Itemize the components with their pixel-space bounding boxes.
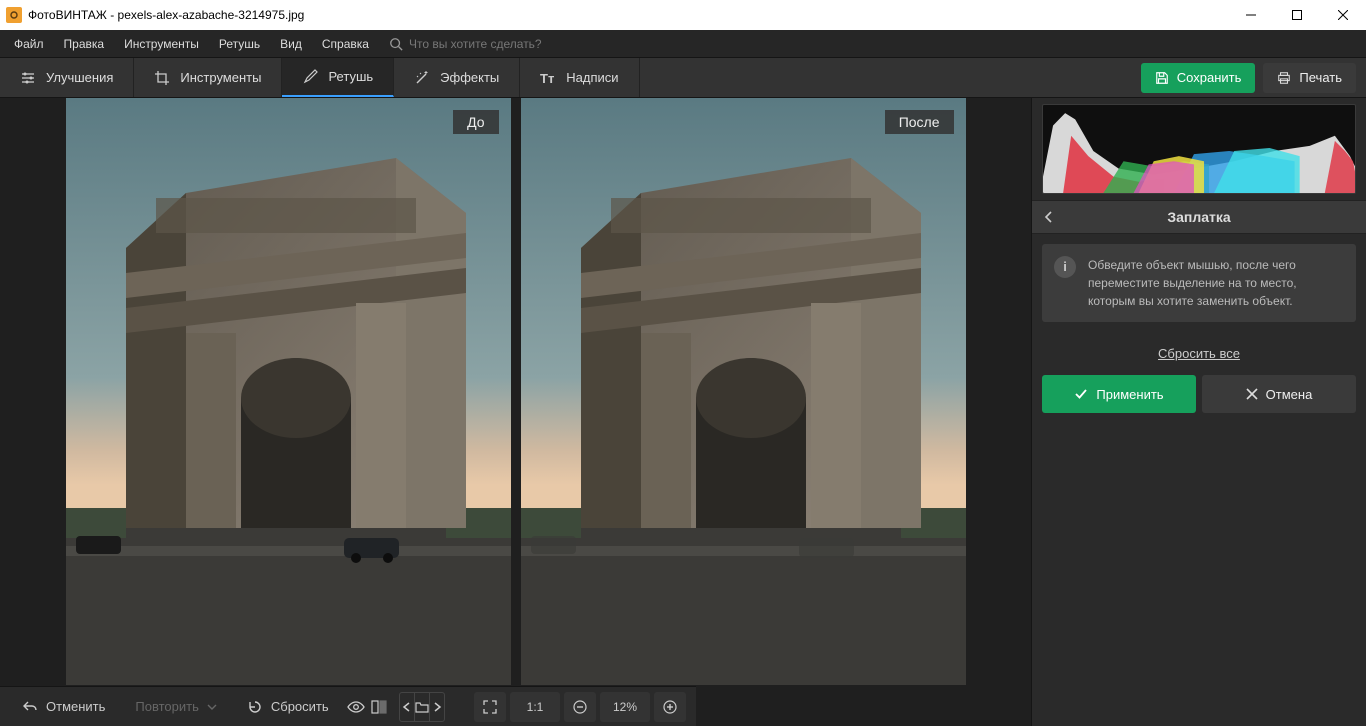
tab-label: Надписи: [566, 70, 618, 85]
next-image-button[interactable]: [430, 693, 445, 721]
menu-retouch[interactable]: Ретушь: [209, 33, 270, 55]
print-icon: [1277, 71, 1291, 85]
zoom-in-button[interactable]: [654, 692, 686, 722]
window-minimize-button[interactable]: [1228, 0, 1274, 30]
tab-label: Эффекты: [440, 70, 499, 85]
tab-captions[interactable]: Tᴛ Надписи: [520, 58, 639, 97]
tab-label: Улучшения: [46, 70, 113, 85]
redo-label: Повторить: [135, 699, 198, 714]
window-close-button[interactable]: [1320, 0, 1366, 30]
panel-back-button[interactable]: [1032, 200, 1066, 234]
plus-icon: [663, 700, 677, 714]
print-label: Печать: [1299, 70, 1342, 85]
tab-effects[interactable]: Эффекты: [394, 58, 520, 97]
minus-icon: [573, 700, 587, 714]
panel-header: Заплатка: [1032, 200, 1366, 234]
browse-button[interactable]: [415, 693, 430, 721]
window-title: ФотоВИНТАЖ - pexels-alex-azabache-321497…: [28, 8, 304, 22]
zoom-controls: 1:1 12%: [474, 692, 686, 722]
menu-search-input[interactable]: [409, 37, 629, 51]
zoom-out-button[interactable]: [564, 692, 596, 722]
tab-instruments[interactable]: Инструменты: [134, 58, 282, 97]
before-image: До: [66, 98, 511, 685]
after-badge: После: [885, 110, 954, 134]
folder-icon: [415, 701, 429, 713]
sliders-icon: [20, 70, 36, 86]
histogram[interactable]: [1042, 104, 1356, 194]
main-tabs: Улучшения Инструменты Ретушь Эффекты Tᴛ …: [0, 58, 1366, 98]
undo-icon: [22, 699, 38, 715]
text-icon: Tᴛ: [540, 70, 556, 86]
tab-retouch[interactable]: Ретушь: [282, 58, 394, 97]
reset-all-link[interactable]: Сбросить все: [1032, 346, 1366, 361]
reset-label: Сбросить: [271, 699, 329, 714]
tab-label: Ретушь: [328, 69, 373, 84]
window-maximize-button[interactable]: [1274, 0, 1320, 30]
prev-image-button[interactable]: [400, 693, 415, 721]
menu-tools[interactable]: Инструменты: [114, 33, 209, 55]
window-titlebar: ФотоВИНТАЖ - pexels-alex-azabache-321497…: [0, 0, 1366, 30]
chevron-down-icon: [207, 702, 217, 712]
compare-icon: [371, 699, 387, 715]
print-button[interactable]: Печать: [1263, 63, 1356, 93]
redo-button[interactable]: Повторить: [123, 692, 228, 722]
save-label: Сохранить: [1177, 70, 1242, 85]
cancel-label: Отмена: [1266, 387, 1313, 402]
panel-title: Заплатка: [1066, 209, 1366, 225]
undo-button[interactable]: Отменить: [10, 692, 117, 722]
after-image: После: [521, 98, 966, 685]
menu-search[interactable]: [389, 37, 629, 51]
crop-icon: [154, 70, 170, 86]
save-button[interactable]: Сохранить: [1141, 63, 1256, 93]
menu-help[interactable]: Справка: [312, 33, 379, 55]
apply-button[interactable]: Применить: [1042, 375, 1196, 413]
eye-icon: [347, 698, 365, 716]
canvas-area[interactable]: До: [0, 98, 1031, 726]
compare-button[interactable]: [371, 692, 387, 722]
svg-text:Tᴛ: Tᴛ: [540, 71, 554, 86]
menu-edit[interactable]: Правка: [54, 33, 115, 55]
image-nav: [399, 692, 446, 722]
right-panel: Заплатка i Обведите объект мышью, после …: [1031, 98, 1366, 726]
check-icon: [1074, 387, 1088, 401]
bottom-toolbar: Отменить Повторить Сбросить: [0, 686, 696, 726]
photo-before: [66, 98, 511, 685]
panel-info-text: Обведите объект мышью, после чего переме…: [1088, 256, 1344, 310]
preview-button[interactable]: [347, 692, 365, 722]
info-icon: i: [1054, 256, 1076, 278]
apply-label: Применить: [1096, 387, 1163, 402]
reset-button[interactable]: Сбросить: [235, 692, 341, 722]
reset-icon: [247, 699, 263, 715]
save-icon: [1155, 71, 1169, 85]
fit-icon: [482, 699, 498, 715]
close-icon: [1246, 388, 1258, 400]
before-badge: До: [453, 110, 498, 134]
wand-icon: [414, 70, 430, 86]
menu-file[interactable]: Файл: [4, 33, 54, 55]
panel-info: i Обведите объект мышью, после чего пере…: [1042, 244, 1356, 322]
scale-11-button[interactable]: 1:1: [510, 692, 560, 722]
cancel-button[interactable]: Отмена: [1202, 375, 1356, 413]
tab-enhancements[interactable]: Улучшения: [0, 58, 134, 97]
tab-label: Инструменты: [180, 70, 261, 85]
chevron-left-icon: [1043, 211, 1055, 223]
app-icon: [6, 7, 22, 23]
histogram-graph: [1043, 105, 1355, 193]
menu-view[interactable]: Вид: [270, 33, 312, 55]
fit-screen-button[interactable]: [474, 692, 506, 722]
menubar: Файл Правка Инструменты Ретушь Вид Справ…: [0, 30, 1366, 58]
photo-after: [521, 98, 966, 685]
brush-icon: [302, 69, 318, 85]
undo-label: Отменить: [46, 699, 105, 714]
zoom-value[interactable]: 12%: [600, 692, 650, 722]
